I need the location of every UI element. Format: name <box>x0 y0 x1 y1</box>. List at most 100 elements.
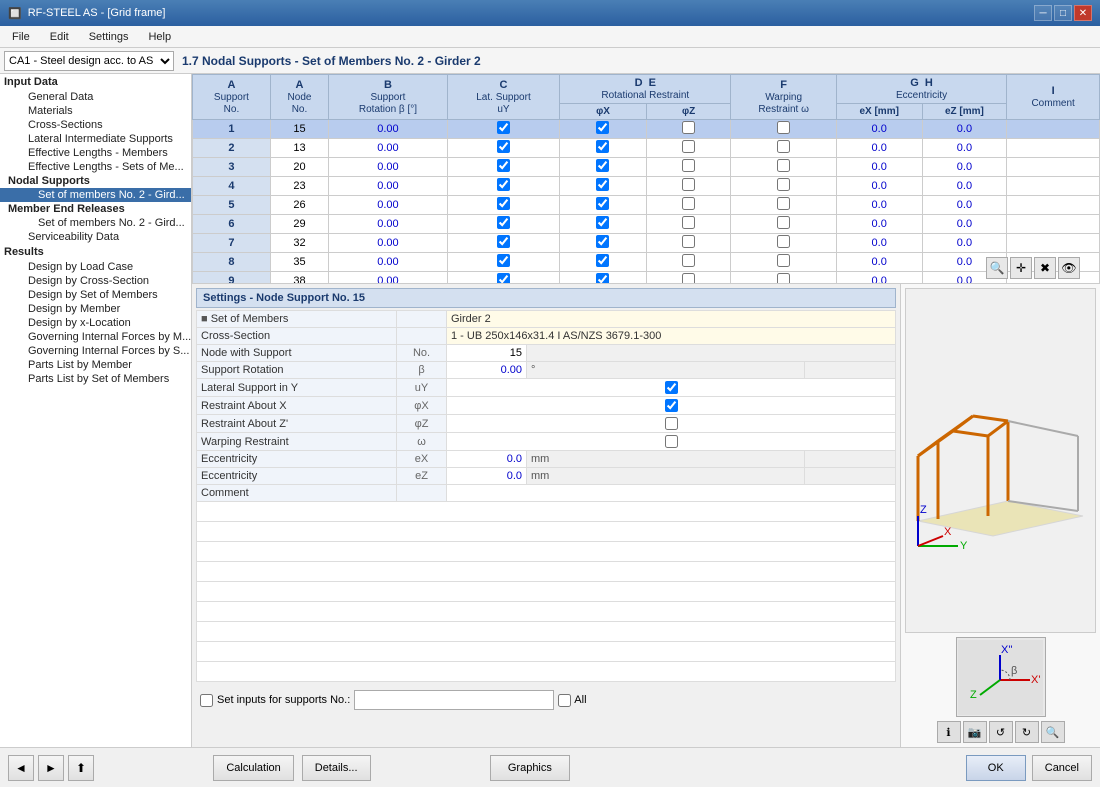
lat-support-checkbox[interactable] <box>497 121 510 134</box>
sidebar-item-design-set-members[interactable]: Design by Set of Members <box>0 288 191 302</box>
sidebar-item-governing-forces-m[interactable]: Governing Internal Forces by M... <box>0 330 191 344</box>
rot-z-checkbox[interactable] <box>682 216 695 229</box>
sidebar-results[interactable]: Results <box>0 244 191 260</box>
table-row[interactable]: 6290.000.00.0 <box>193 215 1100 234</box>
rot-x-checkbox[interactable] <box>596 197 609 210</box>
sidebar-item-design-cross-section[interactable]: Design by Cross-Section <box>0 274 191 288</box>
sidebar-item-design-x-location[interactable]: Design by x-Location <box>0 316 191 330</box>
view-btn[interactable]: 👁 <box>1058 257 1080 279</box>
cell-warping[interactable] <box>731 120 836 139</box>
table-row[interactable]: 9380.000.00.0 <box>193 272 1100 285</box>
cell-lat-support[interactable] <box>447 120 559 139</box>
cell-rot-z[interactable] <box>646 120 731 139</box>
cell-rot-z[interactable] <box>646 196 731 215</box>
rot-x-checkbox[interactable] <box>596 121 609 134</box>
cell-lat-support[interactable] <box>447 158 559 177</box>
sidebar-item-general-data[interactable]: General Data <box>0 90 191 104</box>
cell-warping[interactable] <box>731 177 836 196</box>
details-button[interactable]: Details... <box>302 755 371 781</box>
cell-rot-z[interactable] <box>646 234 731 253</box>
restraint-z-checkbox[interactable] <box>665 417 678 430</box>
all-checkbox-label[interactable]: All <box>558 694 586 707</box>
eccentricity-x-value[interactable]: 0.0 <box>447 451 527 468</box>
cell-rot-x[interactable] <box>560 234 647 253</box>
cell-rot-x[interactable] <box>560 177 647 196</box>
rotate-left-button[interactable]: ↺ <box>989 721 1013 743</box>
cell-rotation[interactable]: 0.00 <box>329 120 448 139</box>
cell-rotation[interactable]: 0.00 <box>329 253 448 272</box>
cell-lat-support[interactable] <box>447 272 559 285</box>
cell-rot-z[interactable] <box>646 272 731 285</box>
cell-rot-x[interactable] <box>560 196 647 215</box>
warping-checkbox[interactable] <box>777 159 790 172</box>
menu-settings[interactable]: Settings <box>81 29 137 45</box>
cell-rot-x[interactable] <box>560 253 647 272</box>
all-checkbox[interactable] <box>558 694 571 707</box>
sidebar-item-governing-forces-s[interactable]: Governing Internal Forces by S... <box>0 344 191 358</box>
node-support-value[interactable]: 15 <box>447 345 527 362</box>
sidebar-item-design-load-case[interactable]: Design by Load Case <box>0 260 191 274</box>
cell-lat-support[interactable] <box>447 215 559 234</box>
lat-support-checkbox[interactable] <box>497 159 510 172</box>
cell-rot-x[interactable] <box>560 158 647 177</box>
rot-x-checkbox[interactable] <box>596 178 609 191</box>
sidebar-group-nodal-supports[interactable]: Nodal Supports <box>0 174 191 188</box>
rot-z-checkbox[interactable] <box>682 178 695 191</box>
rot-z-checkbox[interactable] <box>682 159 695 172</box>
cell-rotation[interactable]: 0.00 <box>329 177 448 196</box>
cell-lat-support[interactable] <box>447 234 559 253</box>
rot-z-checkbox[interactable] <box>682 273 695 284</box>
rot-z-checkbox[interactable] <box>682 254 695 267</box>
warping-checkbox[interactable] <box>777 140 790 153</box>
table-row[interactable]: 7320.000.00.0 <box>193 234 1100 253</box>
restraint-x-checkbox[interactable] <box>665 399 678 412</box>
table-row[interactable]: 8350.000.00.0 <box>193 253 1100 272</box>
cell-warping[interactable] <box>731 272 836 285</box>
set-inputs-field[interactable] <box>354 690 554 710</box>
sidebar-item-lateral-intermediate[interactable]: Lateral Intermediate Supports <box>0 132 191 146</box>
cell-rot-x[interactable] <box>560 139 647 158</box>
table-row[interactable]: 3200.000.00.0 <box>193 158 1100 177</box>
graphics-button[interactable]: Graphics <box>490 755 570 781</box>
cell-rot-x[interactable] <box>560 120 647 139</box>
sidebar-item-member-end-set[interactable]: Set of members No. 2 - Gird... <box>0 216 191 230</box>
sidebar-group-member-end-releases[interactable]: Member End Releases <box>0 202 191 216</box>
warping-checkbox[interactable] <box>777 254 790 267</box>
lat-support-checkbox[interactable] <box>497 235 510 248</box>
sidebar-item-parts-list-set[interactable]: Parts List by Set of Members <box>0 372 191 386</box>
warping-checkbox[interactable] <box>777 121 790 134</box>
rot-z-checkbox[interactable] <box>682 235 695 248</box>
back-button[interactable]: ◄ <box>8 755 34 781</box>
cell-warping[interactable] <box>731 139 836 158</box>
ok-button[interactable]: OK <box>966 755 1026 781</box>
table-row[interactable]: 1150.000.00.0 <box>193 120 1100 139</box>
cell-rotation[interactable]: 0.00 <box>329 196 448 215</box>
menu-help[interactable]: Help <box>140 29 179 45</box>
warping-restraint-checkbox[interactable] <box>665 435 678 448</box>
support-rotation-value[interactable]: 0.00 <box>447 362 527 379</box>
cell-lat-support[interactable] <box>447 139 559 158</box>
calculation-button[interactable]: Calculation <box>213 755 293 781</box>
screenshot-button[interactable]: 📷 <box>963 721 987 743</box>
warping-checkbox[interactable] <box>777 178 790 191</box>
set-inputs-checkbox[interactable] <box>200 694 213 707</box>
cell-rot-x[interactable] <box>560 215 647 234</box>
sidebar-item-design-member[interactable]: Design by Member <box>0 302 191 316</box>
cell-rotation[interactable]: 0.00 <box>329 272 448 285</box>
menu-file[interactable]: File <box>4 29 38 45</box>
maximize-button[interactable]: □ <box>1054 5 1072 21</box>
rot-z-checkbox[interactable] <box>682 197 695 210</box>
sidebar-input-data[interactable]: Input Data <box>0 74 191 90</box>
rotate-right-button[interactable]: ↻ <box>1015 721 1039 743</box>
rot-z-checkbox[interactable] <box>682 121 695 134</box>
menu-edit[interactable]: Edit <box>42 29 77 45</box>
warping-checkbox[interactable] <box>777 273 790 284</box>
rot-z-checkbox[interactable] <box>682 140 695 153</box>
cell-rot-z[interactable] <box>646 215 731 234</box>
rot-x-checkbox[interactable] <box>596 254 609 267</box>
lateral-support-checkbox[interactable] <box>665 381 678 394</box>
sidebar-item-cross-sections[interactable]: Cross-Sections <box>0 118 191 132</box>
cell-lat-support[interactable] <box>447 196 559 215</box>
lat-support-checkbox[interactable] <box>497 254 510 267</box>
sidebar-item-materials[interactable]: Materials <box>0 104 191 118</box>
